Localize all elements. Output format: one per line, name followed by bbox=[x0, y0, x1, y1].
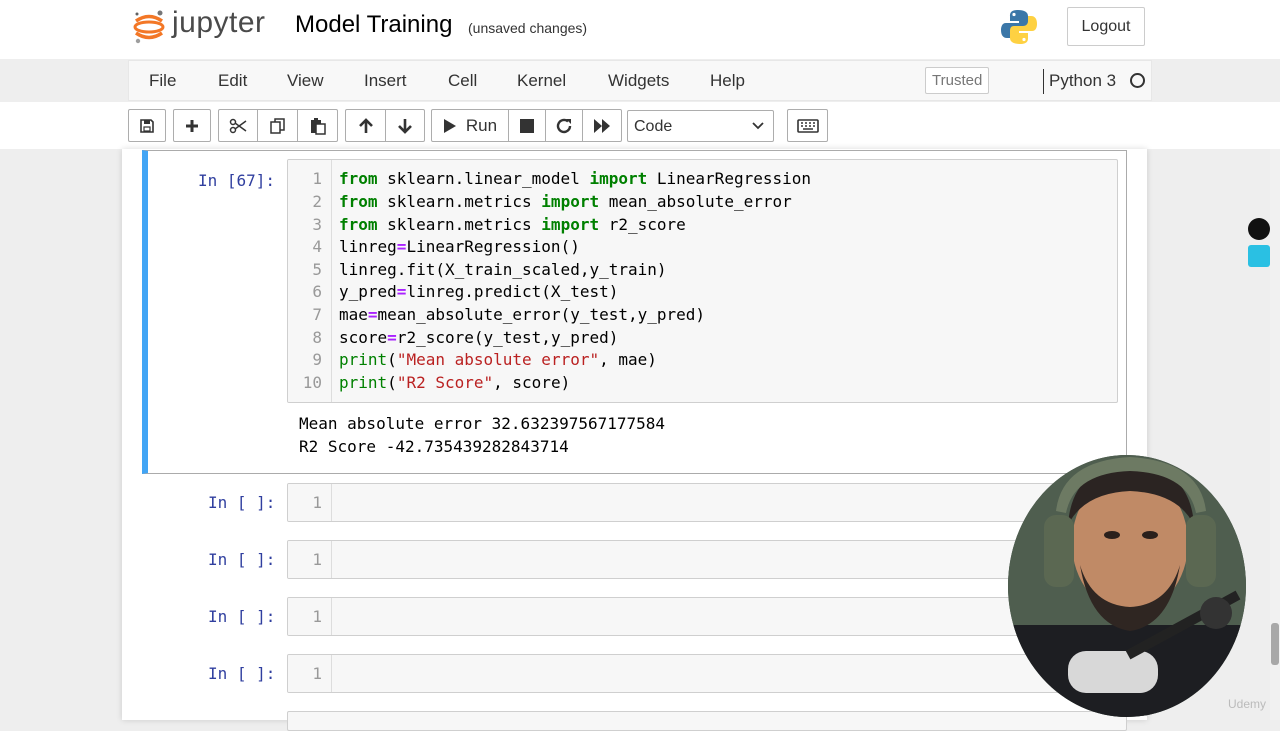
code-editor[interactable]: 1 bbox=[287, 597, 1127, 636]
input-prompt: In [ ]: bbox=[208, 493, 276, 512]
empty-code-cell[interactable]: In [ ]: 1 bbox=[142, 597, 1127, 637]
presenter-video-image bbox=[1008, 455, 1246, 717]
command-palette-button[interactable] bbox=[787, 109, 828, 142]
kernel-name[interactable]: Python 3 bbox=[1049, 71, 1116, 91]
move-down-button[interactable] bbox=[385, 109, 425, 142]
line-number: 1 bbox=[312, 169, 322, 188]
code-editor[interactable]: 1 from sklearn.linear_model import Linear… bbox=[287, 159, 1118, 403]
line-number: 3 bbox=[312, 215, 322, 234]
notebook-title[interactable]: Model Training bbox=[295, 11, 452, 39]
restart-run-all-button[interactable] bbox=[582, 109, 622, 142]
scrollbar-thumb[interactable] bbox=[1271, 623, 1279, 665]
menubar: File Edit View Insert Cell Kernel Widget… bbox=[128, 60, 1152, 101]
jupyter-logo-icon[interactable] bbox=[132, 8, 166, 46]
code-text: mae=mean_absolute_error(y_test,y_pred) bbox=[339, 305, 706, 324]
code-text: y_pred=linreg.predict(X_test) bbox=[339, 282, 619, 301]
input-prompt: In [ ]: bbox=[208, 607, 276, 626]
save-button[interactable] bbox=[128, 109, 166, 142]
line-number: 6 bbox=[312, 282, 322, 301]
extension-icon[interactable] bbox=[1248, 218, 1270, 240]
empty-code-cell[interactable]: In [ ]: 1 bbox=[142, 483, 1127, 523]
paste-button[interactable] bbox=[297, 109, 338, 142]
line-number: 8 bbox=[312, 328, 322, 347]
header: jupyter Model Training (unsaved changes)… bbox=[0, 0, 1280, 59]
empty-code-cell[interactable]: In [ ]: 1 bbox=[142, 654, 1127, 694]
restart-button[interactable] bbox=[545, 109, 583, 142]
copy-icon bbox=[269, 117, 285, 134]
cut-button[interactable] bbox=[218, 109, 258, 142]
line-number: 1 bbox=[312, 550, 322, 569]
insert-cell-button[interactable] bbox=[173, 109, 211, 142]
plus-icon bbox=[186, 119, 198, 132]
code-text: print("R2 Score", score) bbox=[339, 373, 571, 392]
save-icon bbox=[140, 118, 154, 133]
line-number: 1 bbox=[312, 607, 322, 626]
keyboard-icon bbox=[796, 118, 819, 133]
fast-forward-icon bbox=[594, 118, 610, 133]
menu-help[interactable]: Help bbox=[710, 71, 745, 91]
code-text: print("Mean absolute error", mae) bbox=[339, 350, 657, 369]
code-editor[interactable]: 1 bbox=[287, 654, 1127, 693]
input-prompt: In [ ]: bbox=[208, 550, 276, 569]
interrupt-button[interactable] bbox=[508, 109, 546, 142]
chevron-down-icon bbox=[752, 122, 764, 130]
paste-icon bbox=[310, 117, 326, 135]
code-text: linreg=LinearRegression() bbox=[339, 237, 580, 256]
line-number: 10 bbox=[302, 373, 322, 392]
line-number: 5 bbox=[312, 260, 322, 279]
move-up-button[interactable] bbox=[345, 109, 386, 142]
code-editor[interactable]: 1 bbox=[287, 540, 1127, 579]
copy-button[interactable] bbox=[257, 109, 298, 142]
python-logo-icon bbox=[1001, 10, 1037, 44]
notebook-container: In [67]: 1 from sklearn.linear_model impo… bbox=[122, 149, 1147, 731]
cell-type-select[interactable]: Code bbox=[627, 110, 774, 142]
kernel-idle-icon bbox=[1130, 73, 1145, 88]
cut-icon bbox=[229, 118, 247, 133]
menu-insert[interactable]: Insert bbox=[364, 71, 407, 91]
run-button[interactable]: Run bbox=[431, 109, 509, 142]
partial-code-cell[interactable] bbox=[142, 711, 1127, 731]
code-text: from sklearn.metrics import mean_absolut… bbox=[339, 192, 792, 211]
line-number: 2 bbox=[312, 192, 322, 211]
code-text: from sklearn.linear_model import LinearR… bbox=[339, 169, 812, 188]
line-number: 9 bbox=[312, 350, 322, 369]
code-text: score=r2_score(y_test,y_pred) bbox=[339, 328, 619, 347]
cell-type-value: Code bbox=[634, 118, 673, 135]
menu-edit[interactable]: Edit bbox=[218, 71, 247, 91]
restart-icon bbox=[556, 118, 572, 133]
menu-view[interactable]: View bbox=[287, 71, 324, 91]
input-prompt: In [67]: bbox=[198, 171, 276, 190]
jupyter-brand[interactable]: jupyter bbox=[172, 6, 266, 40]
line-number: 1 bbox=[312, 664, 322, 683]
stop-icon bbox=[520, 118, 534, 133]
logout-button[interactable]: Logout bbox=[1067, 7, 1145, 46]
arrow-up-icon bbox=[358, 117, 373, 133]
save-status: (unsaved changes) bbox=[468, 20, 588, 36]
line-number: 7 bbox=[312, 305, 322, 324]
output-text: Mean absolute error 32.632397567177584 bbox=[299, 414, 666, 433]
play-icon bbox=[443, 118, 456, 133]
run-button-label: Run bbox=[465, 115, 498, 135]
input-prompt: In [ ]: bbox=[208, 664, 276, 683]
line-number: 1 bbox=[312, 493, 322, 512]
extension-icon[interactable] bbox=[1248, 245, 1270, 267]
code-editor[interactable]: 1 bbox=[287, 483, 1127, 522]
kernel-separator bbox=[1043, 69, 1044, 94]
line-number: 4 bbox=[312, 237, 322, 256]
menu-kernel[interactable]: Kernel bbox=[517, 71, 566, 91]
menu-file[interactable]: File bbox=[149, 71, 176, 91]
selected-code-cell[interactable]: In [67]: 1 from sklearn.linear_model impo… bbox=[142, 150, 1127, 474]
code-text: linreg.fit(X_train_scaled,y_train) bbox=[339, 260, 667, 279]
code-text: from sklearn.metrics import r2_score bbox=[339, 215, 686, 234]
code-editor[interactable] bbox=[287, 711, 1127, 731]
arrow-down-icon bbox=[398, 118, 412, 134]
webcam-overlay bbox=[1008, 455, 1246, 717]
trusted-indicator[interactable]: Trusted bbox=[925, 67, 990, 94]
menu-cell[interactable]: Cell bbox=[448, 71, 477, 91]
udemy-watermark: Udemy bbox=[1228, 697, 1267, 711]
output-text: R2 Score -42.735439282843714 bbox=[299, 437, 569, 456]
menu-widgets[interactable]: Widgets bbox=[608, 71, 669, 91]
empty-code-cell[interactable]: In [ ]: 1 bbox=[142, 540, 1127, 580]
